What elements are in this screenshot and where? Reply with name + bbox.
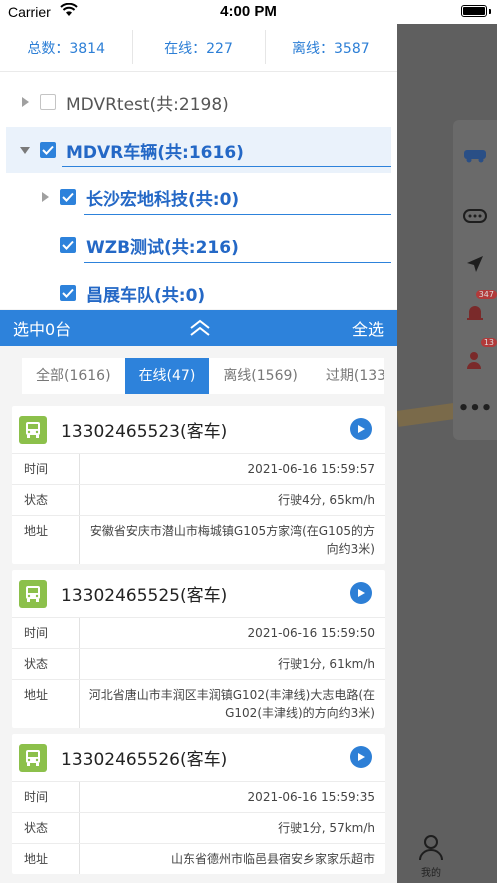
tab-online[interactable]: 在线(47) [124, 358, 210, 394]
status-label: 状态 [12, 649, 80, 679]
row-underline [84, 262, 391, 263]
tree-row-mdvrtest[interactable]: MDVRtest(共:2198) [0, 79, 397, 125]
check-icon [62, 192, 74, 202]
tab-expired[interactable]: 过期(133 [312, 358, 384, 394]
alarm-count-badge: 347 [475, 290, 497, 299]
vehicle-drawer: 总数：3814 在线：227 离线：3587 MDVRtest(共:2198) … [0, 24, 397, 883]
offline-count[interactable]: 离线：3587 [264, 29, 397, 64]
check-icon [62, 240, 74, 250]
time-value: 2021-06-16 15:59:50 [247, 626, 375, 640]
address-label: 地址 [12, 844, 80, 874]
vehicle-card[interactable]: 13302465523(客车) 时间 2021-06-16 15:59:57 状… [12, 406, 385, 564]
row-underline [62, 166, 391, 167]
tab-mine[interactable]: 我的 [417, 833, 445, 879]
vehicle-name: 13302465525(客车) [61, 586, 228, 606]
tree-label: WZB测试(共:216) [86, 237, 239, 258]
status-label: 状态 [12, 813, 80, 843]
clock-time: 4:00 PM [220, 3, 277, 20]
more-options-icon[interactable] [459, 200, 491, 232]
check-icon [62, 288, 74, 298]
card-header: 13302465525(客车) [12, 570, 385, 618]
tree-label: MDVR车辆(共:1616) [66, 142, 244, 163]
tab-all[interactable]: 全部(1616) [22, 358, 125, 394]
status-row: 状态 行驶1分, 61km/h [12, 649, 385, 680]
address-value: 安徽省安庆市潜山市梅城镇G105方家湾(在G105的方向约3米) [89, 524, 375, 556]
battery-icon [461, 5, 487, 17]
group-tree: MDVRtest(共:2198) MDVR车辆(共:1616) 长沙宏地科技(共… [0, 72, 397, 309]
vehicle-name: 13302465523(客车) [61, 422, 228, 442]
battery-tip [489, 9, 491, 14]
time-row: 时间 2021-06-16 15:59:57 [12, 454, 385, 485]
map-toolbar: 347 13 ••• [453, 120, 497, 440]
selected-count: 选中0台 [13, 320, 72, 339]
time-label: 时间 [12, 454, 80, 484]
time-row: 时间 2021-06-16 15:59:35 [12, 782, 385, 813]
online-count[interactable]: 在线：227 [132, 29, 264, 64]
tree-label: 昌展车队(共:0) [86, 285, 206, 306]
collapse-arrow-icon[interactable] [18, 143, 32, 157]
ellipsis-icon[interactable]: ••• [458, 392, 493, 424]
play-icon[interactable] [350, 582, 372, 604]
checkbox[interactable] [40, 94, 56, 110]
address-value: 河北省唐山市丰润区丰润镇G102(丰津线)大志电路(在G102(丰津线)的方向约… [88, 688, 375, 720]
checkbox[interactable] [40, 142, 56, 158]
address-row: 地址 安徽省安庆市潜山市梅城镇G105方家湾(在G105的方向约3米) [12, 516, 385, 564]
play-icon[interactable] [350, 746, 372, 768]
card-header: 13302465523(客车) [12, 406, 385, 454]
tree-label: 长沙宏地科技(共:0) [86, 189, 240, 210]
summary-bar: 总数：3814 在线：227 离线：3587 [0, 24, 397, 72]
address-label: 地址 [12, 516, 80, 564]
time-value: 2021-06-16 15:59:35 [247, 790, 375, 804]
total-count: 总数：3814 [27, 40, 105, 57]
vehicle-card[interactable]: 13302465526(客车) 时间 2021-06-16 15:59:35 状… [12, 734, 385, 874]
user-alert-icon[interactable]: 13 [459, 338, 497, 376]
address-label: 地址 [12, 680, 80, 728]
tab-offline[interactable]: 离线(1569) [209, 358, 312, 394]
card-header: 13302465526(客车) [12, 734, 385, 782]
vehicle-icon[interactable] [459, 138, 491, 170]
bus-icon [19, 579, 47, 608]
tab-mine-label: 我的 [421, 868, 441, 879]
chevron-up-icon[interactable] [189, 319, 211, 337]
vehicle-card[interactable]: 13302465525(客车) 时间 2021-06-16 15:59:50 状… [12, 570, 385, 728]
navigation-icon[interactable] [459, 248, 491, 280]
expand-arrow-icon[interactable] [38, 190, 52, 204]
person-icon [419, 835, 443, 861]
time-label: 时间 [12, 618, 80, 648]
user-alert-badge: 13 [480, 338, 497, 347]
tree-label: MDVRtest(共:2198) [66, 94, 229, 115]
time-label: 时间 [12, 782, 80, 812]
play-icon[interactable] [350, 418, 372, 440]
time-value: 2021-06-16 15:59:57 [247, 462, 375, 476]
select-all-button[interactable]: 全选 [352, 316, 384, 340]
filter-tabs: 全部(1616) 在线(47) 离线(1569) 过期(133 [22, 358, 384, 394]
checkbox[interactable] [60, 285, 76, 301]
selection-bar: 选中0台 全选 [0, 310, 397, 346]
vehicle-name: 13302465526(客车) [61, 750, 228, 770]
status-value: 行驶4分, 65km/h [278, 493, 375, 507]
status-bar: Carrier 4:00 PM [0, 0, 497, 24]
status-value: 行驶1分, 61km/h [278, 657, 375, 671]
bus-icon [19, 415, 47, 444]
expand-arrow-icon[interactable] [18, 95, 32, 109]
check-icon [42, 145, 54, 155]
bus-icon [19, 743, 47, 772]
status-row: 状态 行驶1分, 57km/h [12, 813, 385, 844]
alarm-icon[interactable]: 347 [459, 290, 497, 328]
checkbox[interactable] [60, 237, 76, 253]
address-value: 山东省德州市临邑县宿安乡家家乐超市 [170, 852, 375, 866]
address-row: 地址 河北省唐山市丰润区丰润镇G102(丰津线)大志电路(在G102(丰津线)的… [12, 680, 385, 728]
status-row: 状态 行驶4分, 65km/h [12, 485, 385, 516]
checkbox[interactable] [60, 189, 76, 205]
status-value: 行驶1分, 57km/h [278, 821, 375, 835]
row-underline [84, 214, 391, 215]
status-label: 状态 [12, 485, 80, 515]
address-row: 地址 山东省德州市临邑县宿安乡家家乐超市 [12, 844, 385, 874]
time-row: 时间 2021-06-16 15:59:50 [12, 618, 385, 649]
